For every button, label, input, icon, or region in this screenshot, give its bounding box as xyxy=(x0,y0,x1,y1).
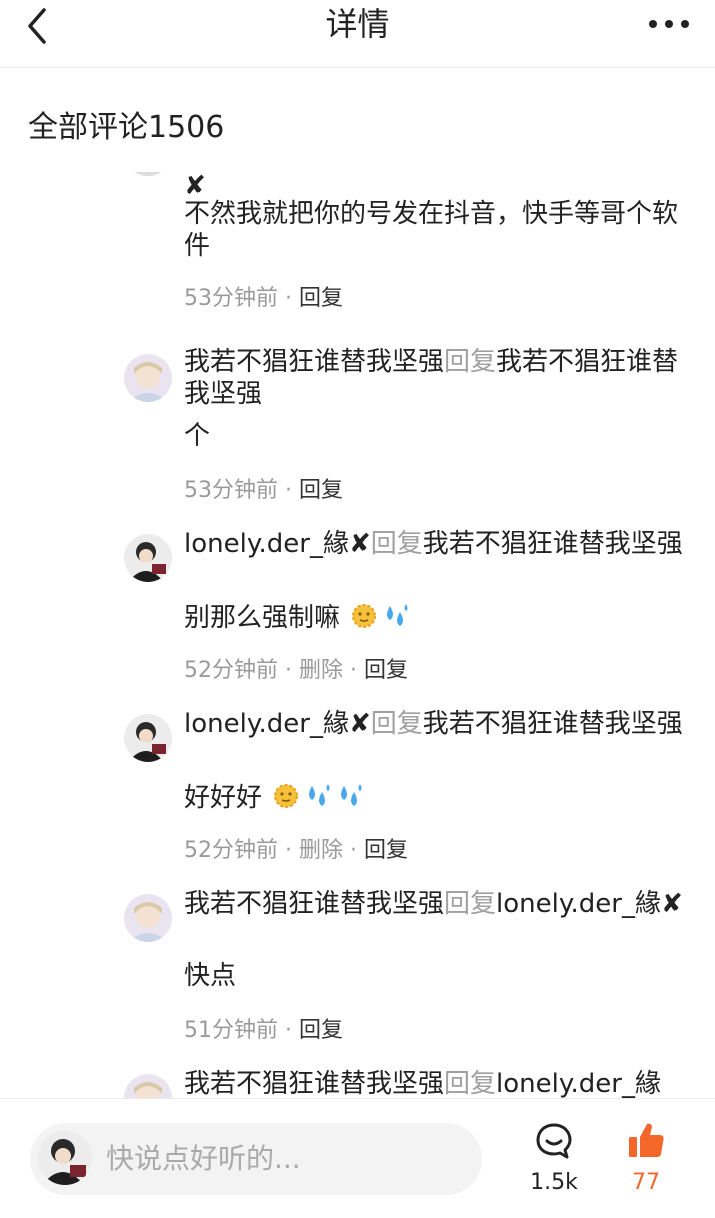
reply-link[interactable]: 回复 xyxy=(299,286,343,311)
page-title: 详情 xyxy=(325,5,390,43)
avatar[interactable] xyxy=(124,172,172,176)
more-dots-icon xyxy=(649,20,689,28)
reply-target[interactable]: 我若不猖狂谁替我坚强 xyxy=(423,529,683,559)
username[interactable]: lonely.der_緣✘ xyxy=(184,709,371,739)
avatar[interactable] xyxy=(124,354,172,402)
reply-header: lonely.der_緣✘回复我若不猖狂谁替我坚强 xyxy=(184,528,684,560)
delete-link[interactable]: 删除 xyxy=(299,658,343,683)
reply-target[interactable]: lonely.der_緣✘ xyxy=(496,889,683,919)
top-nav-bar: 详情 xyxy=(0,0,715,68)
avatar-image xyxy=(124,714,172,762)
reply-link[interactable]: 回复 xyxy=(364,658,408,683)
reply-content: 不然我就把你的号发在抖音，快手等哥个软件 xyxy=(184,199,679,261)
bottom-bar: 快说点好听的... 1.5k 77 xyxy=(0,1098,715,1218)
reply-word: 回复 xyxy=(370,709,423,739)
avatar[interactable] xyxy=(124,714,172,762)
reply-header: 我若不猖狂谁替我坚强回复lonely.der_緣✘ xyxy=(184,888,684,920)
username[interactable]: lonely.der_緣✘ xyxy=(184,529,371,559)
all-comments-count: 全部评论1506 xyxy=(28,110,225,145)
username[interactable]: 我若不猖狂谁替我坚强 xyxy=(184,347,444,377)
reply-time: 53分钟前 xyxy=(184,478,278,503)
reply-link[interactable]: 回复 xyxy=(299,1018,343,1043)
reply-content: 个 xyxy=(184,421,211,451)
reply-target[interactable]: lonely.der_緣 xyxy=(496,1069,661,1098)
avatar-image xyxy=(124,354,172,402)
reply-content: 好好好 xyxy=(184,780,684,820)
avatar[interactable] xyxy=(124,894,172,942)
delete-link[interactable]: 删除 xyxy=(299,838,343,863)
reply-time: 51分钟前 xyxy=(184,1018,278,1043)
reply-content: 快点 xyxy=(184,961,237,991)
thumbs-up-icon xyxy=(629,1123,664,1157)
reply-meta: 51分钟前 · 回复 xyxy=(184,1018,343,1043)
reply-meta: 53分钟前 · 回复 xyxy=(184,286,343,311)
reply-content: 别那么强制嘛 xyxy=(184,600,684,640)
reply-meta: 52分钟前 · 删除 · 回复 xyxy=(184,838,408,863)
reply-link[interactable]: 回复 xyxy=(299,478,343,503)
comment-bubble-icon xyxy=(536,1123,572,1159)
reply-meta: 52分钟前 · 删除 · 回复 xyxy=(184,658,408,683)
sweat-droplets-emoji xyxy=(334,780,366,820)
reply-time: 52分钟前 xyxy=(184,838,278,863)
comment-button[interactable]: 1.5k xyxy=(522,1121,586,1201)
reply-time: 52分钟前 xyxy=(184,658,278,683)
comment-count: 1.5k xyxy=(530,1170,578,1195)
more-button[interactable] xyxy=(645,8,693,40)
reply-time: 53分钟前 xyxy=(184,286,278,311)
avatar-image xyxy=(124,1074,172,1098)
comment-input[interactable]: 快说点好听的... xyxy=(30,1123,482,1195)
reply-content-text: 好好好 xyxy=(184,783,263,813)
comment-placeholder: 快说点好听的... xyxy=(106,1142,301,1175)
my-avatar xyxy=(38,1131,92,1185)
like-button[interactable]: 77 xyxy=(614,1121,678,1201)
avatar[interactable] xyxy=(124,1074,172,1098)
sweat-droplets-emoji xyxy=(380,600,412,640)
avatar[interactable] xyxy=(124,534,172,582)
sun-face-emoji xyxy=(270,780,302,820)
reply-word: 回复 xyxy=(444,1069,497,1098)
reply-header: 我若不猖狂谁替我坚强回复lonely.der_緣 xyxy=(184,1068,684,1098)
reply-content-text: 别那么强制嘛 xyxy=(184,603,341,633)
sweat-droplets-emoji xyxy=(302,780,334,820)
reply-list[interactable]: ✘ 不然我就把你的号发在抖音，快手等哥个软件 53分钟前 · 回复 我若不猖狂谁… xyxy=(0,172,715,1098)
username[interactable]: 我若不猖狂谁替我坚强 xyxy=(184,889,444,919)
reply-word: 回复 xyxy=(444,889,497,919)
reply-meta: 53分钟前 · 回复 xyxy=(184,478,343,503)
reply-target[interactable]: 我若不猖狂谁替我坚强 xyxy=(423,709,683,739)
reply-header: lonely.der_緣✘回复我若不猖狂谁替我坚强 xyxy=(184,708,684,740)
avatar-image xyxy=(124,534,172,582)
avatar-image xyxy=(124,894,172,942)
reply-word: 回复 xyxy=(370,529,423,559)
sun-face-emoji xyxy=(348,600,380,640)
reply-word: 回复 xyxy=(444,347,497,377)
avatar-image xyxy=(38,1131,92,1185)
like-count: 77 xyxy=(632,1170,660,1195)
reply-header: 我若不猖狂谁替我坚强回复我若不猖狂谁替我坚强 xyxy=(184,346,684,410)
username-tail: ✘ xyxy=(184,172,206,201)
reply-link[interactable]: 回复 xyxy=(364,838,408,863)
username[interactable]: 我若不猖狂谁替我坚强 xyxy=(184,1069,444,1098)
